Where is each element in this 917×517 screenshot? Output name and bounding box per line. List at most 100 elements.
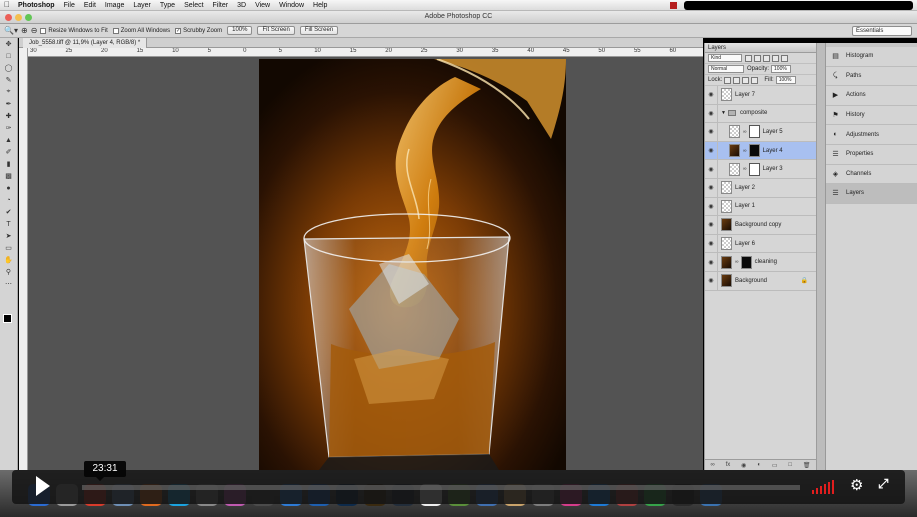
- adjustment-filter-icon[interactable]: [754, 54, 761, 62]
- shape-tool-icon[interactable]: ▭: [0, 242, 17, 254]
- type-tool-icon[interactable]: T: [0, 218, 17, 230]
- layer-row-layer-1[interactable]: ◉ Layer 1: [705, 197, 816, 217]
- horizontal-ruler[interactable]: 30 25 20 15 10 5 0 5 10 15 20 25 30 35 40 45 50 55 60: [28, 48, 703, 57]
- dock-item-paths[interactable]: ⤹ Paths: [826, 67, 917, 87]
- lasso-tool-icon[interactable]: ◯: [0, 62, 17, 74]
- video-progress-track[interactable]: [82, 485, 800, 490]
- menu-edit[interactable]: Edit: [84, 2, 96, 9]
- menu-select[interactable]: Select: [184, 2, 203, 9]
- zoom-tool-preset-icon[interactable]: 🔍▾: [4, 26, 18, 35]
- fill-input[interactable]: 100%: [775, 76, 796, 84]
- vertical-ruler[interactable]: [19, 48, 28, 470]
- visibility-eye-icon[interactable]: ◉: [705, 128, 717, 135]
- visibility-eye-icon[interactable]: ◉: [705, 110, 717, 117]
- dodge-tool-icon[interactable]: ◔: [0, 194, 17, 206]
- visibility-eye-icon[interactable]: ◉: [705, 203, 717, 210]
- lock-transparent-icon[interactable]: [724, 76, 732, 84]
- eraser-tool-icon[interactable]: ▮: [0, 158, 17, 170]
- menu-image[interactable]: Image: [105, 2, 124, 9]
- move-tool-icon[interactable]: ✥: [0, 38, 17, 50]
- menu-window[interactable]: Window: [279, 2, 304, 9]
- workspace-select[interactable]: Essentials: [852, 26, 912, 36]
- mask-link-icon[interactable]: ∞: [743, 148, 747, 154]
- layer-mask-thumbnail[interactable]: [740, 255, 752, 269]
- layer-row-layer-5[interactable]: ◉ ∞ Layer 5: [705, 123, 816, 142]
- menu-filter[interactable]: Filter: [213, 2, 229, 9]
- layers-panel-tab[interactable]: Layers: [708, 43, 726, 53]
- zoom-tool-icon[interactable]: ⚲: [0, 266, 17, 278]
- marquee-tool-icon[interactable]: □: [0, 50, 17, 62]
- layer-mask-thumbnail[interactable]: [748, 162, 760, 176]
- mask-link-icon[interactable]: ∞: [743, 129, 747, 135]
- lock-pixels-icon[interactable]: [733, 76, 741, 84]
- blend-mode-select[interactable]: Normal: [708, 65, 744, 73]
- apple-icon[interactable]: : [4, 1, 10, 9]
- document-canvas[interactable]: [28, 57, 703, 470]
- layer-mask-thumbnail[interactable]: [748, 125, 760, 139]
- blur-tool-icon[interactable]: ●: [0, 182, 17, 194]
- lock-all-icon[interactable]: [751, 76, 759, 84]
- type-filter-icon[interactable]: [763, 54, 770, 62]
- group-expand-chevron-icon[interactable]: ▼: [721, 110, 726, 116]
- foreground-color-swatch[interactable]: [3, 314, 12, 323]
- layer-row-layer-4[interactable]: ◉ ∞ Layer 4: [705, 141, 816, 161]
- fill-screen-button[interactable]: Fill Screen: [299, 26, 339, 35]
- volume-bars-icon[interactable]: [812, 478, 834, 494]
- layer-row-layer-3[interactable]: ◉ ∞ Layer 3: [705, 160, 816, 179]
- layer-row-background[interactable]: ◉ Background 🔒: [705, 271, 816, 291]
- dock-item-actions[interactable]: ▶ Actions: [826, 86, 917, 106]
- zoom-all-windows-checkbox[interactable]: Zoom All Windows: [112, 27, 170, 34]
- pixel-filter-icon[interactable]: [745, 54, 752, 62]
- zoom-100-button[interactable]: 100%: [227, 26, 253, 35]
- layer-row-cleaning[interactable]: ◉ ∞ cleaning: [705, 253, 816, 272]
- dock-item-adjustments[interactable]: ◐ Adjustments: [826, 125, 917, 145]
- zoom-in-icon[interactable]: ⊕: [21, 26, 28, 35]
- dock-item-properties[interactable]: ☰ Properties: [826, 145, 917, 165]
- path-select-tool-icon[interactable]: ➤: [0, 230, 17, 242]
- stamp-tool-icon[interactable]: ▲: [0, 134, 17, 146]
- eyedropper-tool-icon[interactable]: ✒: [0, 98, 17, 110]
- layer-style-icon[interactable]: fx: [726, 462, 731, 468]
- settings-gear-icon[interactable]: ⚙: [850, 476, 863, 494]
- menu-type[interactable]: Type: [160, 2, 175, 9]
- fullscreen-icon[interactable]: ⤢: [878, 476, 888, 492]
- scrubby-zoom-checkbox[interactable]: ✓ Scrubby Zoom: [175, 27, 222, 34]
- new-adjustment-icon[interactable]: ◐: [757, 462, 761, 468]
- smart-object-filter-icon[interactable]: [781, 54, 788, 62]
- layer-row-background-copy[interactable]: ◉ Background copy: [705, 216, 816, 235]
- delete-layer-icon[interactable]: 🗑: [803, 462, 811, 469]
- lock-position-icon[interactable]: [742, 76, 750, 84]
- layer-row-layer-6[interactable]: ◉ Layer 6: [705, 234, 816, 254]
- kind-filter-select[interactable]: Kind: [708, 54, 742, 62]
- layer-row-layer-2[interactable]: ◉ Layer 2: [705, 178, 816, 198]
- menu-layer[interactable]: Layer: [133, 2, 151, 9]
- new-group-icon[interactable]: ▭: [772, 462, 778, 469]
- visibility-eye-icon[interactable]: ◉: [705, 277, 717, 284]
- link-layers-icon[interactable]: ∞: [710, 462, 714, 468]
- more-tools-icon[interactable]: ⋯: [0, 278, 17, 290]
- history-brush-icon[interactable]: ✐: [0, 146, 17, 158]
- brush-tool-icon[interactable]: ✑: [0, 122, 17, 134]
- crop-tool-icon[interactable]: ⌖: [0, 86, 17, 98]
- play-icon[interactable]: [36, 476, 50, 496]
- layer-row-composite-group[interactable]: ◉ ▼ composite: [705, 104, 816, 124]
- new-layer-icon[interactable]: □: [788, 462, 792, 468]
- document-tab[interactable]: Job_5558.tiff @ 11,9% (Layer 4, RGB/8) *: [23, 38, 148, 48]
- fit-screen-button[interactable]: Fit Screen: [257, 26, 295, 35]
- mask-link-icon[interactable]: ∞: [735, 259, 739, 265]
- quick-select-tool-icon[interactable]: ✎: [0, 74, 17, 86]
- healing-tool-icon[interactable]: ✚: [0, 110, 17, 122]
- visibility-eye-icon[interactable]: ◉: [705, 166, 717, 173]
- shape-filter-icon[interactable]: [772, 54, 779, 62]
- menu-3d[interactable]: 3D: [237, 2, 246, 9]
- layer-mask-thumbnail[interactable]: [748, 144, 760, 158]
- visibility-eye-icon[interactable]: ◉: [705, 184, 717, 191]
- menu-app-name[interactable]: Photoshop: [18, 2, 55, 9]
- visibility-eye-icon[interactable]: ◉: [705, 147, 717, 154]
- layer-row-layer-7[interactable]: ◉ Layer 7: [705, 86, 816, 105]
- visibility-eye-icon[interactable]: ◉: [705, 259, 717, 266]
- dock-item-channels[interactable]: ◈ Channels: [826, 165, 917, 185]
- add-mask-icon[interactable]: ◉: [741, 462, 746, 469]
- opacity-input[interactable]: 100%: [771, 65, 792, 73]
- menu-help[interactable]: Help: [313, 2, 327, 9]
